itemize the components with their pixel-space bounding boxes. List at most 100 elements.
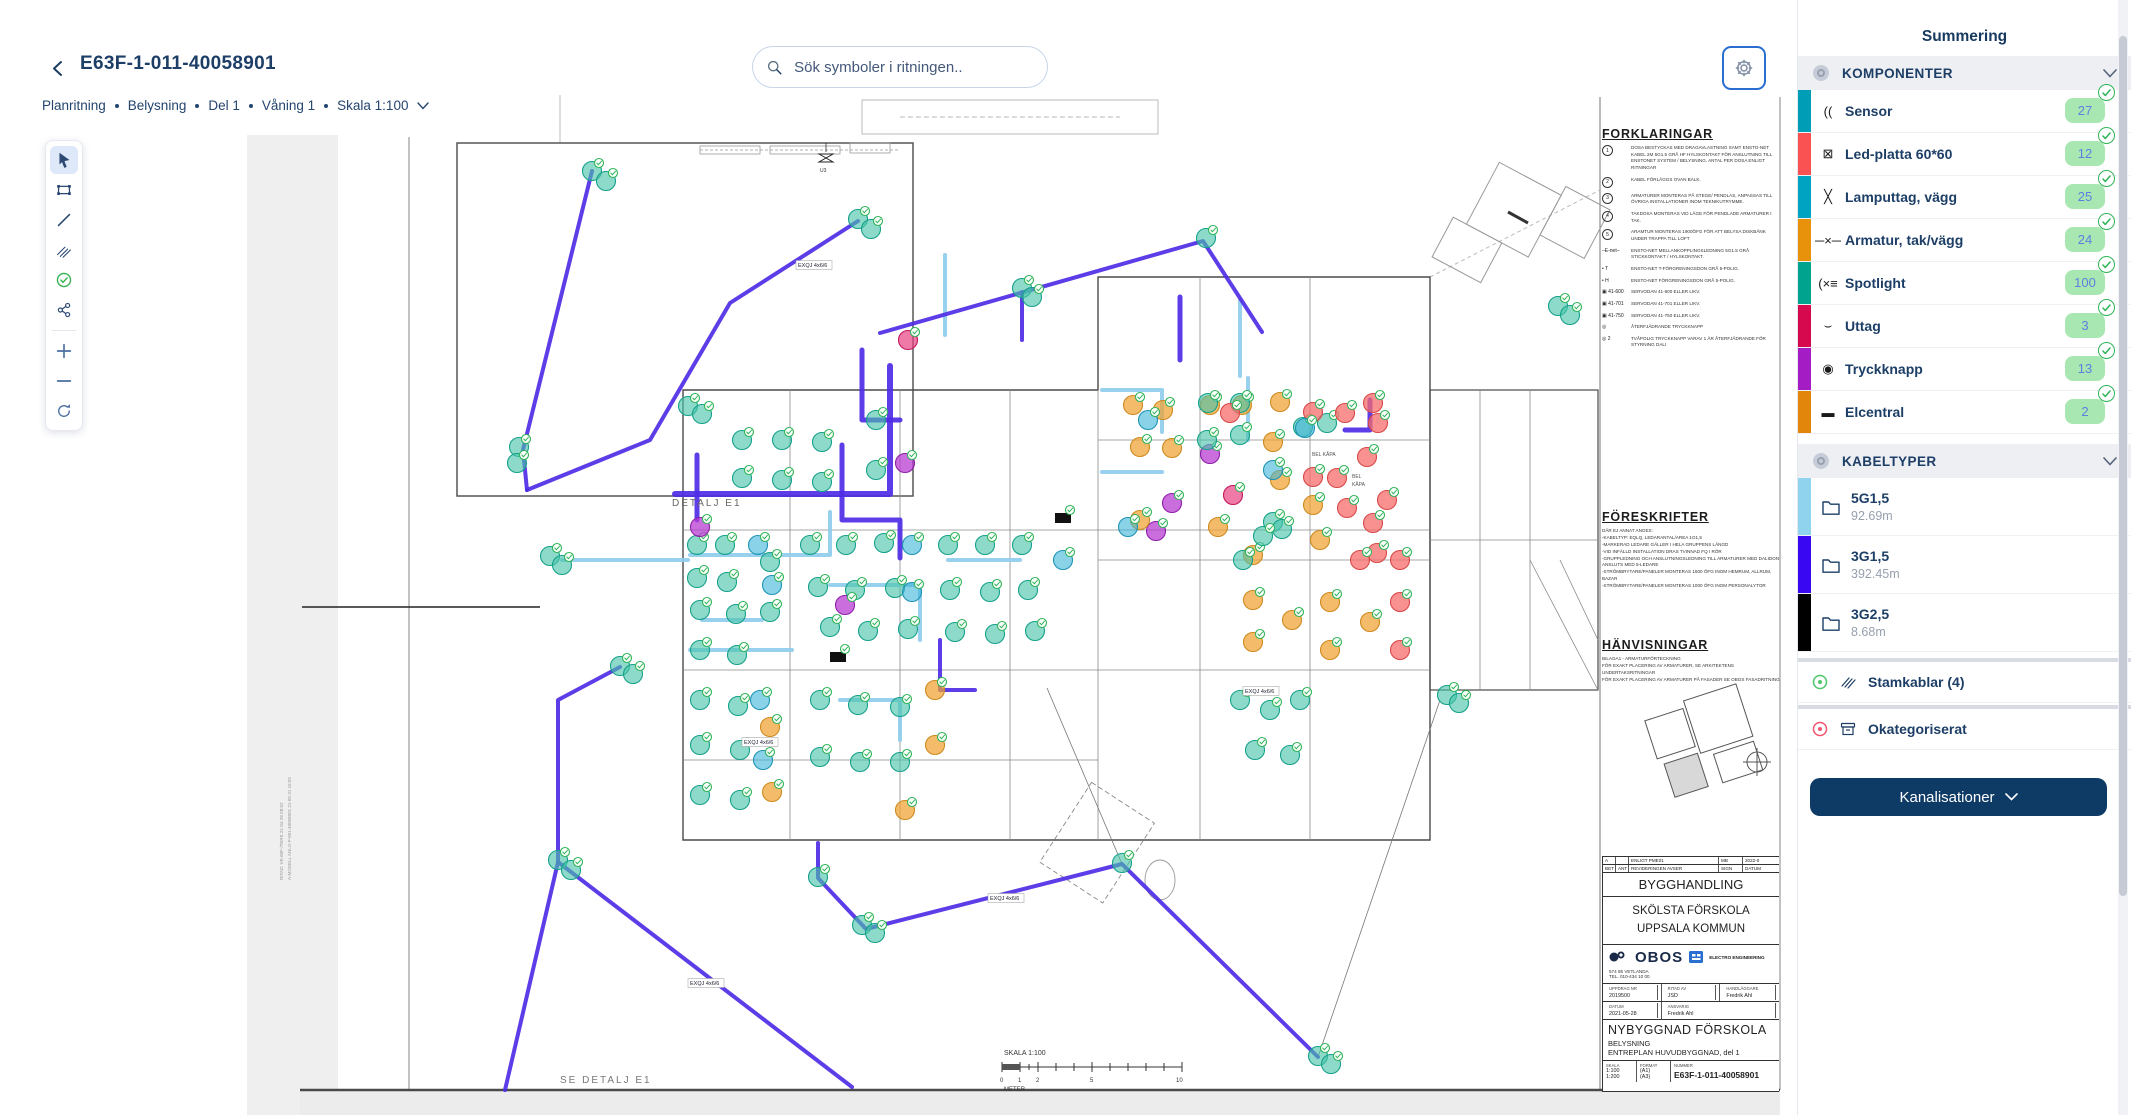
plan-symbol[interactable] — [1361, 610, 1382, 632]
cable-row[interactable]: 5G1,592.69m — [1798, 478, 2131, 536]
plan-symbol[interactable] — [718, 570, 739, 592]
breadcrumb-item[interactable]: Planritning — [42, 98, 106, 113]
plan-symbol[interactable] — [1209, 515, 1230, 537]
plan-symbol[interactable] — [1358, 445, 1379, 467]
plan-symbol[interactable] — [1163, 491, 1184, 513]
plan-symbol[interactable] — [691, 783, 712, 805]
breadcrumb-item[interactable]: Våning 1 — [262, 98, 315, 113]
plan-symbol[interactable] — [1364, 511, 1385, 533]
plan-symbol[interactable] — [1197, 226, 1218, 248]
tool-line[interactable] — [50, 206, 78, 234]
plan-symbol[interactable] — [811, 688, 832, 710]
breadcrumb-item[interactable]: Del 1 — [208, 98, 240, 113]
plan-symbol[interactable] — [813, 470, 834, 492]
plan-symbol[interactable] — [1338, 496, 1359, 518]
okategoriserat-row[interactable]: Okategoriserat — [1798, 705, 2131, 750]
plan-symbol[interactable] — [1221, 401, 1242, 423]
plan-symbol[interactable] — [811, 745, 832, 767]
plan-symbol[interactable] — [1271, 390, 1292, 412]
plan-symbol[interactable] — [1244, 588, 1265, 610]
plan-symbol[interactable] — [1264, 430, 1285, 452]
plan-symbol[interactable] — [1119, 515, 1140, 537]
tool-zoom-in[interactable] — [50, 337, 78, 365]
plan-symbol[interactable] — [1124, 393, 1145, 415]
plan-symbol[interactable] — [1246, 738, 1267, 760]
plan-symbol[interactable] — [729, 694, 750, 716]
plan-symbol[interactable] — [749, 533, 770, 555]
plan-symbol[interactable] — [1139, 408, 1160, 430]
component-row[interactable]: ─×─Armatur, tak/vägg24 — [1798, 219, 2131, 262]
plan-symbol[interactable] — [1283, 608, 1304, 630]
plan-symbol[interactable] — [1131, 435, 1152, 457]
back-button[interactable] — [46, 56, 72, 82]
tool-select[interactable] — [50, 146, 78, 174]
section-header-kabeltyper[interactable]: KABELTYPER — [1798, 444, 2131, 478]
plan-symbol[interactable] — [691, 733, 712, 755]
plan-symbol[interactable] — [976, 533, 997, 555]
plan-symbol[interactable] — [728, 643, 749, 665]
plan-symbol[interactable] — [986, 622, 1007, 644]
plan-symbol[interactable] — [849, 693, 870, 715]
cable-polyline[interactable] — [505, 667, 620, 1090]
plan-symbol[interactable] — [1224, 483, 1245, 505]
scrollbar-thumb[interactable] — [2119, 36, 2127, 896]
breadcrumb[interactable]: Planritning Belysning Del 1 Våning 1 Skala 1… — [42, 98, 429, 113]
plan-symbol[interactable] — [891, 750, 912, 772]
tool-reset-view[interactable] — [50, 397, 78, 425]
settings-button[interactable] — [1722, 46, 1766, 90]
plan-symbol[interactable] — [1291, 688, 1312, 710]
plan-symbol[interactable] — [1234, 548, 1255, 570]
cable-polyline[interactable] — [558, 862, 852, 1087]
plan-symbol[interactable] — [899, 617, 920, 639]
plan-symbol[interactable] — [763, 780, 784, 802]
plan-symbol[interactable] — [691, 688, 712, 710]
plan-symbol[interactable] — [1054, 548, 1075, 570]
plan-symbol[interactable] — [691, 598, 712, 620]
plan-symbol[interactable] — [813, 430, 834, 452]
plan-symbol[interactable] — [867, 408, 888, 430]
component-row[interactable]: ╳Lamputtag, vägg25 — [1798, 176, 2131, 219]
cable-row[interactable]: 3G2,58.68m — [1798, 594, 2131, 652]
component-row[interactable]: ▬Elcentral2 — [1798, 391, 2131, 434]
plan-symbol[interactable] — [761, 715, 782, 737]
plan-symbol[interactable] — [1026, 619, 1047, 641]
plan-symbol[interactable] — [1304, 465, 1325, 487]
plan-symbol[interactable] — [688, 566, 709, 588]
component-row[interactable]: ⊠Led-platta 60*6012 — [1798, 133, 2131, 176]
plan-symbol[interactable] — [821, 615, 842, 637]
plan-symbol[interactable] — [926, 678, 947, 700]
breadcrumb-item[interactable]: Skala 1:100 — [337, 98, 408, 113]
plan-symbol[interactable] — [939, 533, 960, 555]
plan-symbol[interactable] — [896, 798, 917, 820]
plan-symbol[interactable] — [801, 533, 822, 555]
plan-symbol[interactable] — [1163, 436, 1184, 458]
plan-symbol[interactable] — [830, 645, 850, 663]
plan-symbol[interactable] — [754, 748, 775, 770]
plan-symbol[interactable] — [836, 593, 857, 615]
plan-symbol[interactable] — [981, 580, 1002, 602]
plan-symbol[interactable] — [867, 458, 888, 480]
plan-symbol[interactable] — [859, 619, 880, 641]
plan-symbol[interactable] — [1321, 590, 1342, 612]
plan-symbol[interactable] — [1328, 466, 1349, 488]
component-row[interactable]: ◉Tryckknapp13 — [1798, 348, 2131, 391]
component-row[interactable]: (×≡Spotlight100 — [1798, 262, 2131, 305]
plan-symbol[interactable] — [1311, 528, 1332, 550]
plan-symbol[interactable] — [691, 638, 712, 660]
plan-symbol[interactable] — [809, 575, 830, 597]
tool-hatch[interactable] — [50, 236, 78, 264]
search-input[interactable] — [792, 58, 1033, 77]
section-header-komponenter[interactable]: KOMPONENTER — [1798, 56, 2131, 90]
plan-symbol[interactable] — [851, 750, 872, 772]
plan-symbol[interactable] — [1113, 851, 1134, 873]
component-row[interactable]: ((Sensor27 — [1798, 90, 2131, 133]
kanalisationer-button[interactable]: Kanalisationer — [1810, 778, 2107, 816]
drawing-canvas[interactable]: EXQJ 4x6/6EXQJ 4x6/6EXQJ 4x6/6EXQJ 4x6/6… — [0, 0, 1795, 1115]
breadcrumb-item[interactable]: Belysning — [128, 98, 187, 113]
plan-symbol[interactable] — [941, 578, 962, 600]
plan-symbol[interactable] — [1261, 698, 1282, 720]
plan-symbol[interactable] — [691, 515, 712, 537]
plan-symbol[interactable] — [1378, 488, 1399, 510]
plan-symbol[interactable] — [1351, 548, 1372, 570]
tool-zoom-out[interactable] — [50, 367, 78, 395]
